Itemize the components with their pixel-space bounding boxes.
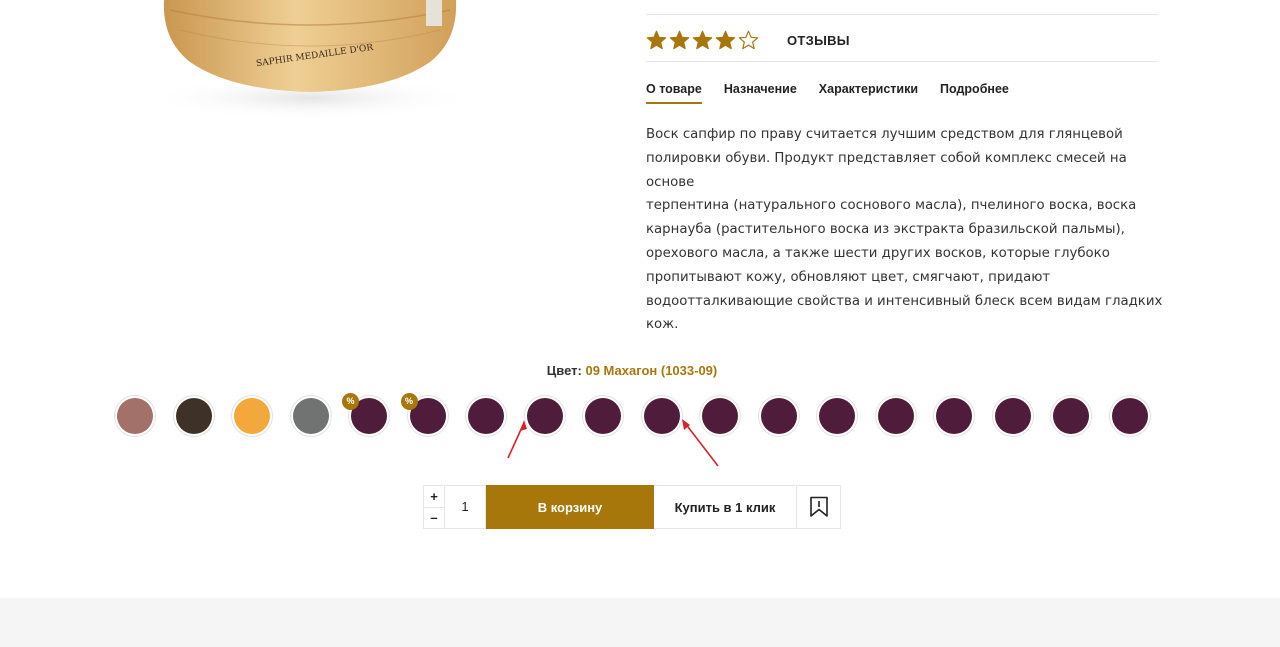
description-line: кож. [646, 317, 679, 333]
color-swatch[interactable] [465, 395, 507, 437]
color-swatch-dot [292, 398, 329, 434]
footer-band [0, 598, 1280, 647]
color-swatch[interactable] [1050, 395, 1092, 437]
color-swatch[interactable] [114, 395, 156, 437]
add-to-cart-button[interactable]: В корзину [486, 485, 654, 529]
quantity-plus-button[interactable]: + [424, 486, 444, 507]
color-swatch-dot [760, 398, 797, 434]
description-line: пропитывают кожу, обновляют цвет, смягча… [646, 269, 1051, 285]
selected-color-value: 09 Махагон (1033-09) [585, 363, 718, 378]
star-filled-icon [646, 30, 667, 49]
color-swatch[interactable] [991, 395, 1034, 437]
wishlist-button[interactable] [797, 485, 841, 529]
quantity-input[interactable]: 1 [445, 485, 486, 529]
color-swatch-dot [819, 398, 855, 434]
description-line: полировки обуви. Продукт представляет со… [646, 150, 1127, 190]
color-swatch[interactable] [172, 395, 215, 437]
color-swatch-dot [117, 398, 153, 434]
rating-top-divider [646, 14, 1158, 15]
color-swatch-dot [994, 398, 1031, 434]
color-swatch[interactable] [816, 395, 858, 437]
color-swatch[interactable] [699, 395, 741, 437]
color-swatch-dot [526, 398, 563, 434]
tab-characteristics[interactable]: Характеристики [819, 82, 918, 104]
color-swatch-dot [702, 398, 738, 434]
color-swatch[interactable] [582, 395, 624, 437]
color-swatch[interactable] [874, 395, 917, 437]
color-swatch-dot [1111, 398, 1148, 434]
color-swatch[interactable] [1108, 395, 1151, 437]
product-description: Воск сапфир по праву считается лучшим ср… [646, 123, 1166, 337]
color-swatch[interactable]: % [400, 393, 449, 437]
color-swatch-dot [468, 398, 504, 434]
description-line: водоотталкивающие свойства и интенсивный… [646, 293, 1163, 309]
color-swatch-dot [877, 398, 914, 434]
description-line: орехового масла, а также шести других во… [646, 245, 1110, 261]
color-swatch[interactable] [640, 395, 683, 437]
rating-bottom-divider [646, 61, 1158, 62]
product-tabs: О товаре Назначение Характеристики Подро… [646, 82, 1009, 104]
color-swatch[interactable]: % [342, 393, 390, 437]
star-filled-icon [669, 30, 690, 49]
description-line: Воск сапфир по праву считается лучшим ср… [646, 127, 1123, 142]
quantity-stepper: + – [423, 485, 445, 529]
star-empty-icon [738, 30, 759, 49]
description-line: карнауба (растительного воска из экстрак… [646, 222, 1125, 238]
discount-badge: % [400, 393, 418, 410]
color-swatch-dot [234, 398, 270, 434]
rating-row: ОТЗЫВЫ [646, 28, 850, 52]
color-swatch[interactable] [933, 395, 975, 437]
color-label-prefix: Цвет: [546, 363, 582, 378]
tab-about[interactable]: О товаре [646, 82, 702, 104]
color-swatch-dot [936, 398, 972, 434]
arrow-left [507, 420, 527, 459]
reviews-link[interactable]: ОТЗЫВЫ [787, 33, 850, 48]
star-filled-icon [715, 30, 736, 49]
color-swatch[interactable] [757, 395, 800, 437]
buy-bar: + – 1 В корзину Купить в 1 клик [423, 485, 841, 529]
color-swatch-dot [175, 398, 212, 434]
star-filled-icon [692, 30, 713, 49]
color-swatch-dot [585, 398, 621, 434]
discount-badge: % [342, 393, 359, 410]
quantity-minus-button[interactable]: – [424, 506, 444, 529]
color-label: Цвет: 09 Махагон (1033-09) [0, 363, 1264, 378]
rating-stars [646, 30, 759, 51]
buy-one-click-button[interactable]: Купить в 1 клик [654, 485, 797, 529]
tab-details[interactable]: Подробнее [940, 82, 1009, 104]
description-line: терпентина (натурального соснового масла… [646, 198, 1137, 214]
tab-purpose[interactable]: Назначение [724, 82, 797, 104]
color-swatch[interactable] [231, 395, 273, 437]
color-swatch[interactable] [289, 395, 332, 437]
color-swatch-dot [1053, 398, 1089, 434]
product-image: SAPHIR MEDAILLE D'OR [140, 0, 480, 125]
bookmark-icon [809, 496, 828, 517]
color-swatch[interactable] [523, 395, 566, 437]
color-swatch-dot [643, 398, 680, 434]
